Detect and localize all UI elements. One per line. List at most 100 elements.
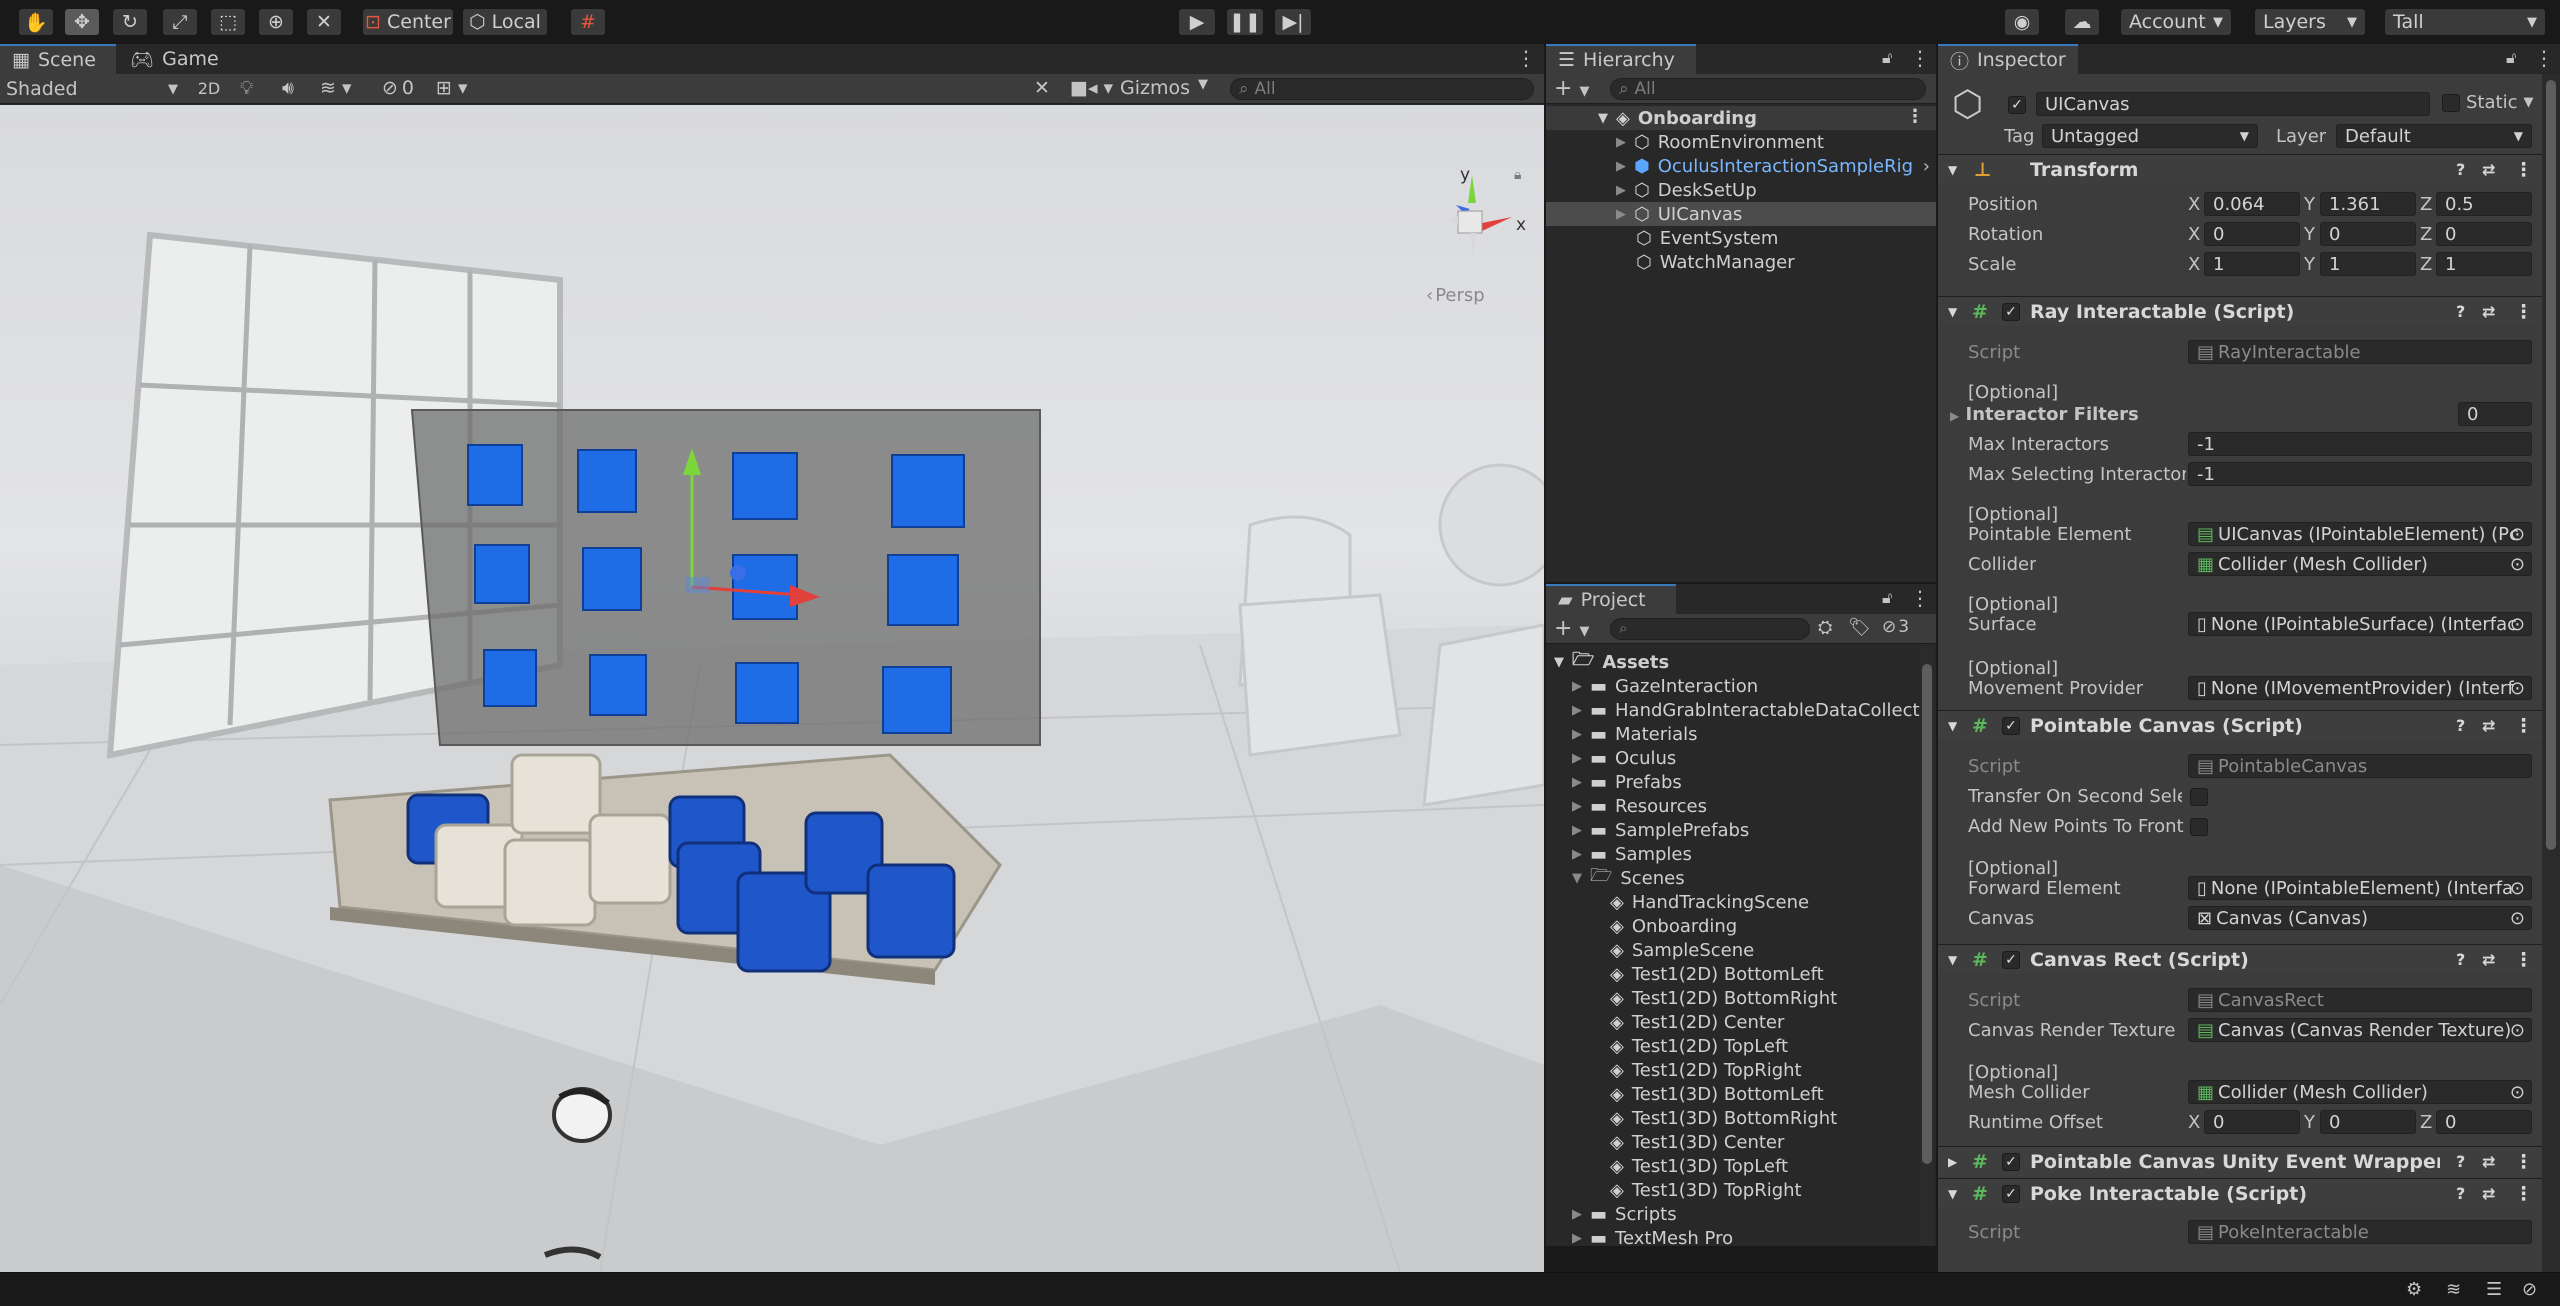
- axis-z-label[interactable]: Z: [2420, 224, 2432, 245]
- scene-asset-item[interactable]: ◈ Test1(3D) Center: [1546, 1130, 1920, 1154]
- transform-tool-button[interactable]: ⊕: [258, 8, 294, 36]
- canvas-field[interactable]: ⊠ Canvas (Canvas) ⊙: [2188, 906, 2532, 930]
- object-picker-icon[interactable]: ⊙: [2510, 1020, 2525, 1041]
- runtime-offset-x-field[interactable]: 0: [2204, 1110, 2300, 1134]
- hidden-packages-toggle[interactable]: ⊘ 3: [1882, 617, 1909, 637]
- help-icon[interactable]: ?: [2456, 160, 2465, 179]
- more-options-icon[interactable]: ⋮: [1910, 46, 1930, 70]
- move-tool-button[interactable]: ✥: [64, 8, 100, 36]
- transform-header[interactable]: ▼ ⊥ Transform ? ⇄ ⋮: [1938, 154, 2542, 184]
- add-button[interactable]: + ▼: [1554, 76, 1589, 101]
- help-icon[interactable]: ?: [2456, 302, 2465, 321]
- preset-icon[interactable]: ⇄: [2482, 160, 2495, 179]
- hierarchy-item-watchmanager[interactable]: ⬡ WatchManager: [1546, 250, 1936, 274]
- enabled-checkbox[interactable]: ✓: [2002, 1184, 2020, 1203]
- play-button[interactable]: ▶: [1178, 8, 1216, 36]
- preset-icon[interactable]: ⇄: [2482, 302, 2495, 321]
- axis-y-label[interactable]: Y: [2304, 194, 2315, 215]
- more-options-icon[interactable]: ⋮: [2514, 715, 2533, 737]
- more-options-icon[interactable]: ⋮: [1516, 46, 1536, 70]
- canvas-rect-header[interactable]: ▼ # ✓ Canvas Rect (Script) ? ⇄ ⋮: [1938, 944, 2542, 974]
- visibility-icon[interactable]: ⊘ 0: [382, 77, 414, 99]
- rotation-z-field[interactable]: 0: [2436, 222, 2532, 246]
- add-button[interactable]: + ▼: [1554, 616, 1589, 641]
- preset-icon[interactable]: ⇄: [2482, 950, 2495, 969]
- hierarchy-item-desksetup[interactable]: ▶ ⬡ DeskSetUp: [1546, 178, 1936, 202]
- axis-z-label[interactable]: Z: [2420, 1112, 2432, 1133]
- scene-asset-item[interactable]: ◈ Onboarding: [1546, 914, 1920, 938]
- folder-assets[interactable]: ▼ 🗁︎ Assets: [1546, 650, 1920, 674]
- project-search-field[interactable]: ⌕: [1610, 618, 1810, 640]
- object-picker-icon[interactable]: ⊙: [2510, 678, 2525, 699]
- scroll-thumb[interactable]: [2546, 80, 2556, 850]
- layers-status-icon[interactable]: ☰: [2486, 1279, 2502, 1300]
- static-checkbox[interactable]: [2442, 93, 2460, 112]
- inspector-scrollbar[interactable]: [2542, 74, 2560, 1272]
- tab-project[interactable]: ▰ Project: [1546, 584, 1676, 614]
- preset-icon[interactable]: ⇄: [2482, 1184, 2495, 1203]
- more-options-icon[interactable]: ⋮: [1910, 586, 1930, 610]
- folder-item[interactable]: ▶ ▬ GazeInteraction: [1546, 674, 1920, 698]
- more-options-icon[interactable]: ⋮: [1906, 106, 1924, 127]
- help-icon[interactable]: ?: [2456, 1184, 2465, 1203]
- account-dropdown[interactable]: Account ▼: [2120, 8, 2232, 36]
- surface-field[interactable]: ▯ None (IPointableSurface) (Interfac ⊙: [2188, 612, 2532, 636]
- enabled-checkbox[interactable]: ✓: [2002, 716, 2020, 735]
- tag-dropdown[interactable]: Untagged ▼: [2042, 124, 2258, 148]
- preset-icon[interactable]: ⇄: [2482, 1152, 2495, 1171]
- folder-item[interactable]: ▶ ▬ SamplePrefabs: [1546, 818, 1920, 842]
- status-check-icon[interactable]: ⊘: [2522, 1279, 2537, 1300]
- effects-icon[interactable]: ≋ ▾: [320, 77, 352, 99]
- transfer-on-second-checkbox[interactable]: [2190, 788, 2208, 806]
- movement-provider-field[interactable]: ▯ None (IMovementProvider) (Interf ⊙: [2188, 676, 2532, 700]
- mesh-collider-field[interactable]: ▦ Collider (Mesh Collider) ⊙: [2188, 1080, 2532, 1104]
- more-options-icon[interactable]: ⋮: [2514, 1183, 2533, 1205]
- pointable-element-field[interactable]: ▤ UICanvas (IPointableElement) (Pc ⊙: [2188, 522, 2532, 546]
- folder-item[interactable]: ▶ ▬ Resources: [1546, 794, 1920, 818]
- scene-asset-item[interactable]: ◈ SampleScene: [1546, 938, 1920, 962]
- progress-icon[interactable]: ≋: [2446, 1279, 2461, 1300]
- help-icon[interactable]: ?: [2456, 950, 2465, 969]
- runtime-offset-y-field[interactable]: 0: [2320, 1110, 2416, 1134]
- tab-inspector[interactable]: ⓘ Inspector: [1938, 44, 2078, 74]
- enabled-checkbox[interactable]: ✓: [2002, 1152, 2020, 1171]
- scene-root-row[interactable]: ▼ ◈ Onboarding ⋮: [1546, 106, 1936, 130]
- more-options-icon[interactable]: ⋮: [2514, 949, 2533, 971]
- scene-asset-item[interactable]: ◈ Test1(3D) BottomRight: [1546, 1106, 1920, 1130]
- grid-snap-button[interactable]: #: [570, 8, 606, 36]
- scene-asset-item[interactable]: ◈ Test1(2D) TopRight: [1546, 1058, 1920, 1082]
- folder-item[interactable]: ▶ ▬ Oculus: [1546, 746, 1920, 770]
- pointable-canvas-header[interactable]: ▼ # ✓ Pointable Canvas (Script) ? ⇄ ⋮: [1938, 710, 2542, 740]
- pivot-center-button[interactable]: ⊡ Center: [362, 8, 454, 36]
- hierarchy-item-eventsystem[interactable]: ⬡ EventSystem: [1546, 226, 1936, 250]
- enabled-checkbox[interactable]: ✓: [2002, 950, 2020, 969]
- lock-icon[interactable]: 🔓︎: [1882, 48, 1892, 68]
- lock-icon[interactable]: 🔓︎: [2506, 48, 2516, 68]
- interactor-filters-count[interactable]: 0: [2458, 402, 2532, 426]
- help-icon[interactable]: ?: [2456, 1152, 2465, 1171]
- gizmos-dropdown[interactable]: Gizmos ▼: [1120, 77, 1208, 99]
- preset-icon[interactable]: ⇄: [2482, 716, 2495, 735]
- scene-asset-item[interactable]: ◈ Test1(2D) BottomRight: [1546, 986, 1920, 1010]
- pivot-local-button[interactable]: ⬡ Local: [462, 8, 548, 36]
- cloud-button[interactable]: ☁: [2064, 8, 2100, 36]
- layout-dropdown[interactable]: Tall ▼: [2384, 8, 2546, 36]
- folder-scenes[interactable]: ▼ 🗁︎ Scenes: [1546, 866, 1920, 890]
- position-z-field[interactable]: 0.5: [2436, 192, 2532, 216]
- axis-y-label[interactable]: Y: [2304, 254, 2315, 275]
- layers-dropdown[interactable]: Layers ▼: [2254, 8, 2366, 36]
- orientation-gizmo[interactable]: y x: [1420, 165, 1540, 285]
- collab-button[interactable]: ◉: [2004, 8, 2040, 36]
- object-picker-icon[interactable]: ⊙: [2510, 614, 2525, 635]
- ray-interactable-header[interactable]: ▼ # ✓ Ray Interactable (Script) ? ⇄ ⋮: [1938, 296, 2542, 326]
- axis-x-label[interactable]: X: [2188, 194, 2200, 215]
- rotation-y-field[interactable]: 0: [2320, 222, 2416, 246]
- scroll-thumb[interactable]: [1922, 664, 1932, 1164]
- scale-y-field[interactable]: 1: [2320, 252, 2416, 276]
- 2d-toggle[interactable]: 2D: [194, 78, 224, 100]
- more-options-icon[interactable]: ⋮: [2514, 301, 2533, 323]
- event-wrapper-header[interactable]: ▶ # ✓ Pointable Canvas Unity Event Wrapp…: [1938, 1146, 2542, 1176]
- layer-dropdown[interactable]: Default ▼: [2336, 124, 2532, 148]
- axis-z-label[interactable]: Z: [2420, 254, 2432, 275]
- scale-z-field[interactable]: 1: [2436, 252, 2532, 276]
